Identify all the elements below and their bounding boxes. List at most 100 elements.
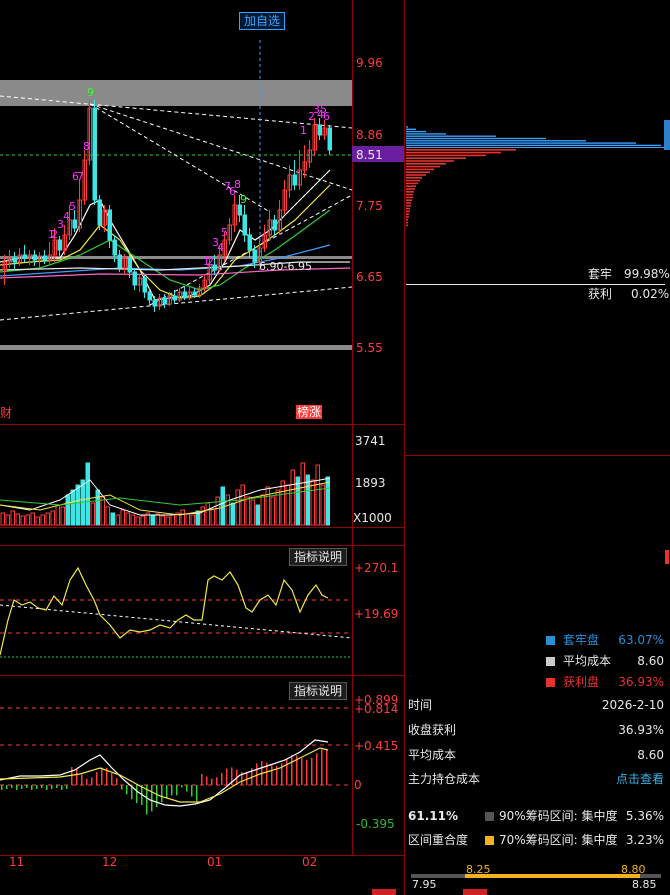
indicator2-help-button[interactable]: 指标说明 <box>289 682 348 700</box>
add-to-watchlist-button[interactable]: 加自选 <box>239 12 286 30</box>
macd-bar <box>226 768 228 785</box>
info-avg-cost-row: 平均成本 8.60 <box>408 747 664 763</box>
seq-num: 4 <box>63 210 70 223</box>
volume-bar <box>200 506 205 526</box>
chip-distribution <box>406 126 661 227</box>
avg-cost-swatch <box>546 657 555 666</box>
volume-bar <box>95 489 100 526</box>
candle <box>247 228 252 258</box>
chip-bar-profit <box>406 151 501 154</box>
macd-bar <box>111 773 113 785</box>
volume-bar <box>105 506 110 526</box>
indicator1-help-button[interactable]: 指标说明 <box>289 548 348 566</box>
chip-bar-profit <box>406 221 408 224</box>
seq-num: 1 <box>203 255 210 268</box>
volume-bar <box>215 496 220 526</box>
chip-bar-profit <box>406 149 516 151</box>
c70-label: 70%筹码区间: <box>499 833 578 847</box>
chip-bar-trapped <box>406 126 408 128</box>
volume-bar <box>30 512 35 526</box>
candle <box>57 236 62 256</box>
volume-bar <box>315 464 320 526</box>
macd-bar <box>311 757 313 785</box>
volume-bar <box>135 516 140 526</box>
volume-unit: X1000 <box>353 511 392 525</box>
c90-label: 90%筹码区间: <box>499 809 578 823</box>
range-top-left: 8.25 <box>466 863 491 876</box>
macd-bar <box>76 769 78 785</box>
trapped-value: 99.98% <box>624 267 670 281</box>
macd-bar <box>206 776 208 785</box>
info-avg-cost-label: 平均成本 <box>408 748 457 762</box>
info-avg-cost-value: 8.60 <box>637 748 664 762</box>
macd-bar <box>156 785 158 808</box>
price-tick-1: 9.96 <box>356 56 383 70</box>
legend-profit-label: 获利盘 <box>563 675 600 689</box>
profit-value: 0.02% <box>631 287 670 301</box>
chip-bar-profit <box>406 168 434 171</box>
seq-num: 3 <box>212 236 219 249</box>
volume-bar <box>65 494 70 526</box>
info-main-cost-label: 主力持仓成本 <box>408 772 481 786</box>
range-top-right: 8.80 <box>621 863 646 876</box>
macd-bar <box>321 749 323 785</box>
macd-bar <box>51 785 53 789</box>
legend-trapped: 套牢盘 63.07% <box>546 632 664 648</box>
time-label-jan: 01 <box>207 855 223 869</box>
volume-bar <box>0 512 5 526</box>
candle <box>12 252 17 270</box>
candle <box>157 294 162 310</box>
volume-bar <box>75 484 80 526</box>
volume-bar <box>220 486 225 526</box>
macd-bar <box>21 785 23 789</box>
chip-bar-trapped <box>406 144 661 147</box>
ranking-tag[interactable]: 榜涨 <box>296 405 323 419</box>
chip-bar-profit <box>406 179 420 182</box>
right-scroll-handle[interactable] <box>664 120 670 150</box>
volume-bar <box>255 504 260 526</box>
candle <box>307 140 312 168</box>
macd-bar <box>16 785 18 790</box>
candle <box>37 252 42 268</box>
volume-bar <box>100 496 105 526</box>
macd-bar <box>101 767 103 785</box>
volume-bar <box>230 502 235 526</box>
chip-bar-trapped <box>406 142 636 144</box>
info-profit-row: 收盘获利 36.93% <box>408 722 664 738</box>
seq-num: 1 <box>48 228 55 241</box>
macd-bar <box>41 785 43 788</box>
seq-num: 3 <box>57 218 64 231</box>
trapped-label: 套牢 <box>588 267 613 281</box>
volume-bar <box>115 514 120 526</box>
macd-bar <box>166 785 168 798</box>
macd-bar <box>11 785 13 788</box>
volume-bar <box>170 514 175 526</box>
c70-value: 3.23% <box>625 833 664 847</box>
volume-bar <box>125 512 130 526</box>
volume-bar <box>300 462 305 526</box>
macd-bar <box>171 785 173 796</box>
candle <box>92 100 97 205</box>
indicator1-line <box>0 566 329 656</box>
macd-bar <box>66 785 68 789</box>
price-tick-3: 7.75 <box>356 199 383 213</box>
support-band <box>0 345 352 350</box>
volume-bar <box>210 508 215 526</box>
volume-bar <box>310 479 315 526</box>
chip-bar-profit <box>406 157 466 159</box>
macd-bar <box>121 785 123 790</box>
chip-bar-profit <box>406 210 410 213</box>
right-scroll-handle-2[interactable] <box>665 550 669 564</box>
chip-bar-profit <box>406 207 410 210</box>
macd-bar <box>216 777 218 785</box>
volume-bar <box>270 496 275 526</box>
seq-num: 1 <box>300 124 307 137</box>
trapped-swatch <box>546 636 555 645</box>
candle <box>187 286 192 300</box>
chip-bar-trapped <box>406 137 546 140</box>
macd-bar <box>306 759 308 785</box>
view-main-cost-link[interactable]: 点击查看 <box>616 771 664 787</box>
seq-num: 9 <box>87 86 94 99</box>
volume-bar <box>45 512 50 526</box>
indicator1-tick-2: +19.69 <box>354 607 399 621</box>
